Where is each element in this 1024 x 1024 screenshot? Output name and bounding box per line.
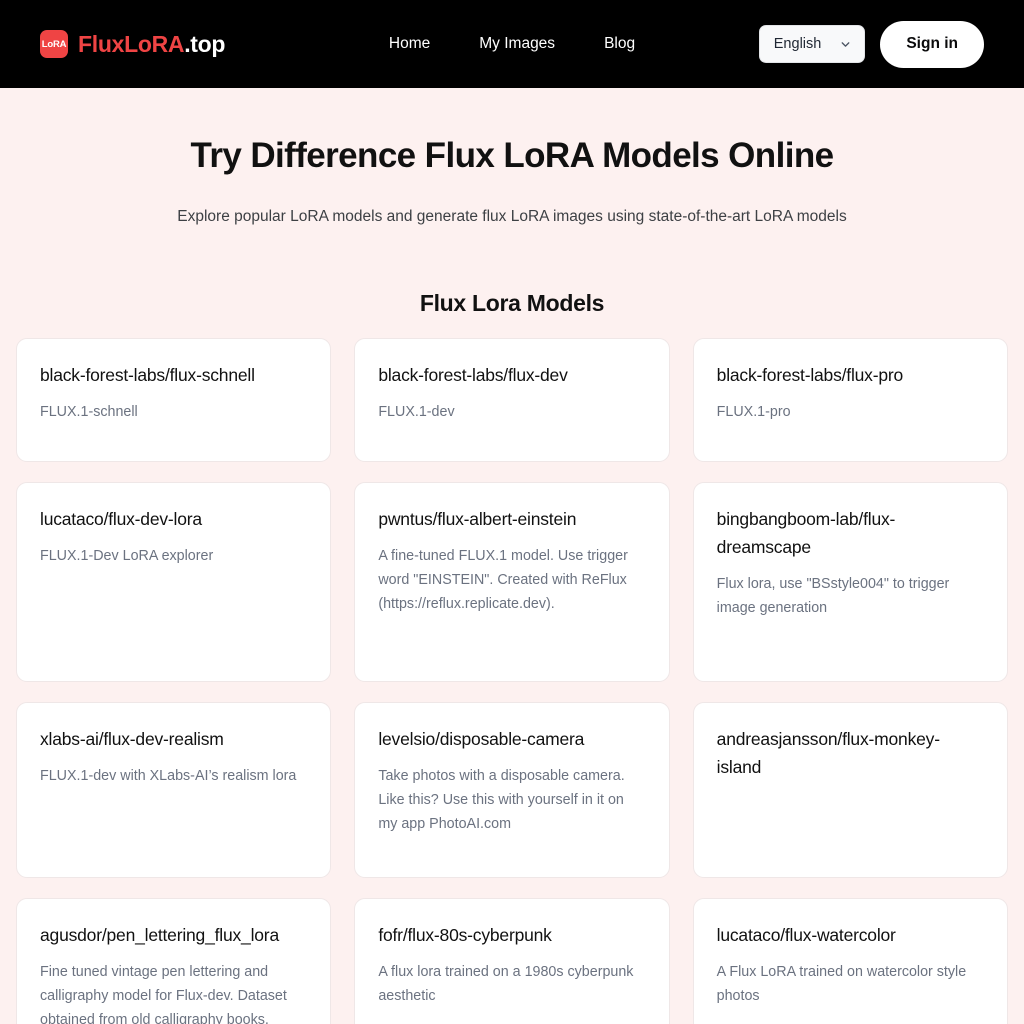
brand-name-accent: FluxLoRA <box>78 30 185 57</box>
model-card-title: fofr/flux-80s-cyberpunk <box>378 924 552 945</box>
model-card-title: black-forest-labs/flux-pro <box>716 364 904 385</box>
model-card-title: xlabs-ai/flux-dev-realism <box>40 728 224 749</box>
model-card[interactable]: xlabs-ai/flux-dev-realism FLUX.1-dev wit… <box>16 701 332 878</box>
model-card-description: A flux lora trained on a 1980s cyberpunk… <box>378 963 634 1004</box>
model-card-title: black-forest-labs/flux-dev <box>378 364 568 385</box>
model-card-title: pwntus/flux-albert-einstein <box>378 508 577 529</box>
brand-name: FluxLoRA.top <box>78 31 225 58</box>
model-card[interactable]: bingbangboom-lab/flux-dreamscape Flux lo… <box>692 481 1008 682</box>
model-card[interactable]: lucataco/flux-dev-lora FLUX.1-Dev LoRA e… <box>16 481 332 682</box>
sign-in-button[interactable]: Sign in <box>880 20 984 68</box>
model-card[interactable]: black-forest-labs/flux-pro FLUX.1-pro <box>692 337 1008 462</box>
page-subtitle: Explore popular LoRA models and generate… <box>177 208 847 226</box>
main-nav: Home My Images Blog <box>389 35 635 53</box>
nav-item-my-images[interactable]: My Images <box>479 35 555 53</box>
model-grid-row: agusdor/pen_lettering_flux_lora Fine tun… <box>16 897 1008 1024</box>
model-card-description: A fine-tuned FLUX.1 model. Use trigger w… <box>378 547 628 612</box>
chevron-down-icon <box>841 41 850 47</box>
model-card-description: Flux lora, use "BSstyle004" to trigger i… <box>716 575 950 616</box>
model-card-title: black-forest-labs/flux-schnell <box>40 364 255 385</box>
model-card[interactable]: andreasjansson/flux-monkey-island <box>692 701 1008 878</box>
header-actions: English Sign in <box>758 20 984 68</box>
model-card[interactable]: black-forest-labs/flux-dev FLUX.1-dev <box>354 337 670 462</box>
section-title: Flux Lora Models <box>419 289 605 316</box>
language-selector[interactable]: English <box>758 25 866 63</box>
model-grid-row: black-forest-labs/flux-schnell FLUX.1-sc… <box>16 337 1008 462</box>
language-selected-value: English <box>773 36 822 52</box>
page-title: Try Difference Flux LoRA Models Online <box>190 136 835 175</box>
model-card[interactable]: fofr/flux-80s-cyberpunk A flux lora trai… <box>354 897 670 1024</box>
hero-section: Try Difference Flux LoRA Models Online E… <box>0 88 1024 228</box>
model-card-title: agusdor/pen_lettering_flux_lora <box>40 924 279 945</box>
site-header: LoRA FluxLoRA.top Home My Images Blog En… <box>0 0 1024 88</box>
model-card[interactable]: lucataco/flux-watercolor A Flux LoRA tra… <box>692 897 1008 1024</box>
model-card-description: FLUX.1-dev with XLabs-AI’s realism lora <box>40 767 297 784</box>
model-card-description: FLUX.1-pro <box>716 403 791 420</box>
model-card-title: bingbangboom-lab/flux-dreamscape <box>716 508 896 557</box>
model-card[interactable]: agusdor/pen_lettering_flux_lora Fine tun… <box>16 897 332 1024</box>
model-grid-row: lucataco/flux-dev-lora FLUX.1-Dev LoRA e… <box>16 481 1008 682</box>
model-card-description: FLUX.1-schnell <box>40 403 138 420</box>
brand-logo[interactable]: LoRA FluxLoRA.top <box>40 30 225 58</box>
model-card-title: levelsio/disposable-camera <box>378 728 585 749</box>
model-card-description: FLUX.1-Dev LoRA explorer <box>40 547 214 564</box>
models-section: Flux Lora Models black-forest-labs/flux-… <box>0 290 1024 1024</box>
model-card-title: lucataco/flux-watercolor <box>716 924 896 945</box>
model-card-title: andreasjansson/flux-monkey-island <box>716 728 940 777</box>
model-card[interactable]: black-forest-labs/flux-schnell FLUX.1-sc… <box>16 337 332 462</box>
nav-item-home[interactable]: Home <box>389 35 430 53</box>
model-card[interactable]: levelsio/disposable-camera Take photos w… <box>354 701 670 878</box>
brand-name-suffix: .top <box>184 30 226 57</box>
model-card-title: lucataco/flux-dev-lora <box>40 508 202 529</box>
model-grid-row: xlabs-ai/flux-dev-realism FLUX.1-dev wit… <box>16 701 1008 878</box>
model-card-description: A Flux LoRA trained on watercolor style … <box>716 963 967 1004</box>
model-card-description: FLUX.1-dev <box>378 403 455 420</box>
model-card[interactable]: pwntus/flux-albert-einstein A fine-tuned… <box>354 481 670 682</box>
nav-item-blog[interactable]: Blog <box>604 35 635 53</box>
lora-badge-icon: LoRA <box>40 30 68 58</box>
model-card-description: Take photos with a disposable camera. Li… <box>378 767 625 832</box>
model-card-description: Fine tuned vintage pen lettering and cal… <box>40 963 287 1024</box>
